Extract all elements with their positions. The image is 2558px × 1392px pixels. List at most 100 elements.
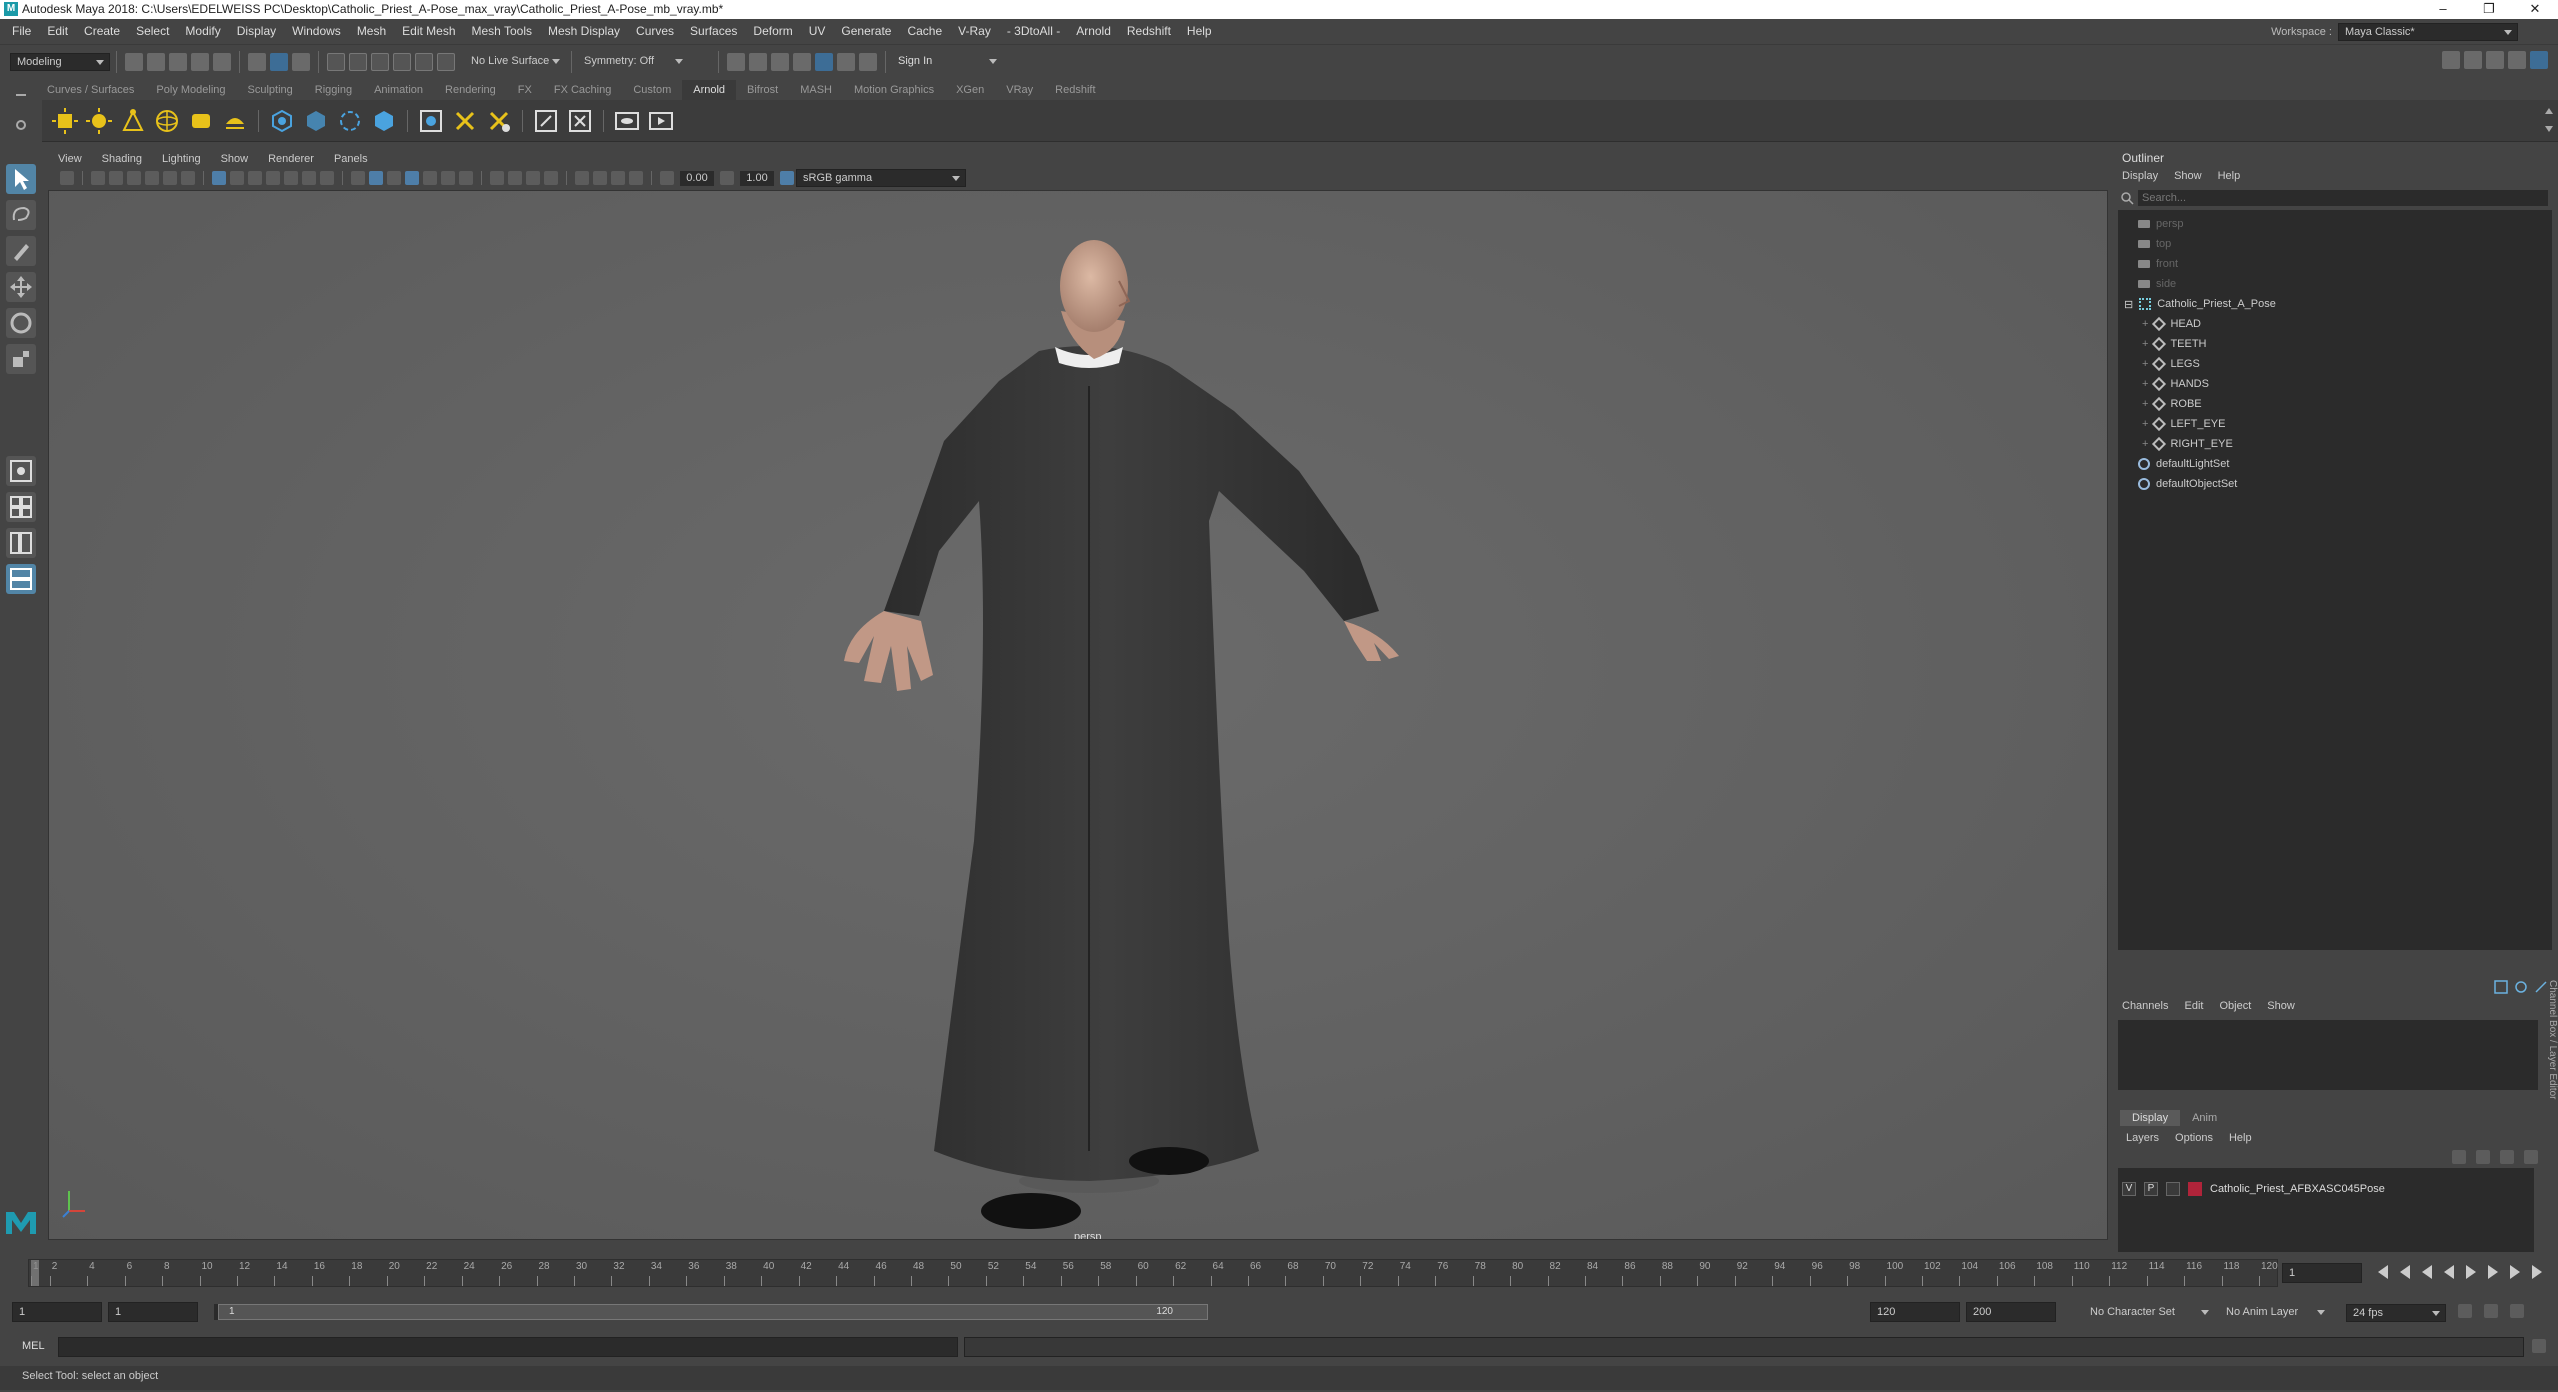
menu-item[interactable]: Edit Mesh [394,19,463,43]
gate-mask-icon[interactable] [266,171,280,185]
outliner-item[interactable]: + TEETH [2142,334,2207,354]
render-settings-icon[interactable] [771,52,789,71]
outliner-item[interactable]: ⊟ Catholic_Priest_A_Pose [2124,294,2276,314]
screen-space-ao-icon[interactable] [490,171,504,185]
menu-item[interactable]: Generate [833,19,899,43]
area-light-icon[interactable] [52,107,78,134]
anim-prefs-icon[interactable] [2510,1304,2524,1318]
undo-icon[interactable] [191,52,209,71]
move-tool[interactable] [6,272,36,302]
spot-light-icon[interactable] [120,108,146,134]
menu-item[interactable]: Mesh [349,19,394,43]
safe-title-icon[interactable] [320,171,334,185]
channel-menu-item[interactable]: Channels [2122,1000,2168,1012]
volume-icon[interactable] [303,108,329,134]
exposure-field[interactable]: 0.00 [680,170,714,186]
resolution-gate-icon[interactable] [248,171,262,185]
menu-item[interactable]: Help [1179,19,1220,43]
shadows-icon[interactable] [459,171,473,185]
menu-item[interactable]: Select [128,19,177,43]
attribute-icon[interactable] [2514,980,2528,994]
viewport-menu-item[interactable]: Show [211,150,259,168]
xray-icon[interactable] [593,171,607,185]
menu-item[interactable]: File [4,19,39,43]
shelf-tab[interactable]: MASH [789,80,843,100]
menu-item[interactable]: UV [801,19,834,43]
expand-toggle-icon[interactable]: ⊟ [2124,298,2133,311]
snap-point-icon[interactable] [371,52,389,71]
shelf-tab[interactable]: Redshift [1044,80,1106,100]
time-ruler[interactable]: 1246810121416182022242628303234363840424… [28,1259,2278,1287]
live-surface-dropdown[interactable]: No Live Surface [465,52,565,71]
shelf-tab[interactable]: Sculpting [237,80,304,100]
render-sequence-icon[interactable] [648,108,674,134]
viewport-menu-item[interactable]: Panels [324,150,378,168]
shelf-menu-icon[interactable] [0,80,42,144]
shelf-tab[interactable]: VRay [995,80,1044,100]
pause-ipr-icon[interactable] [859,52,877,71]
shelf-tab[interactable]: FX Caching [543,80,622,100]
flush-cache-icon[interactable] [486,108,512,134]
step-forward-frame-icon[interactable] [2488,1265,2498,1279]
shelf-tab[interactable]: Curves / Surfaces [36,80,145,100]
outliner-search-input[interactable]: Search... [2138,190,2548,206]
outliner-item[interactable]: + ROBE [2142,394,2202,414]
layer-menu-item[interactable]: Options [2175,1132,2213,1144]
shelf-tab[interactable]: Rendering [434,80,507,100]
select-camera-icon[interactable] [91,171,105,185]
shelf-tab[interactable]: Motion Graphics [843,80,945,100]
playback-end-field[interactable]: 120 [1870,1302,1960,1322]
shelf-tab[interactable]: Custom [622,80,682,100]
grid-toggle-icon[interactable] [212,171,226,185]
layer-tab[interactable]: Display [2120,1110,2181,1126]
layer-editor-toggle-icon[interactable] [2530,51,2548,69]
select-tool[interactable] [6,164,36,194]
menu-item[interactable]: Windows [284,19,349,43]
wireframe-icon[interactable] [351,171,365,185]
field-chart-icon[interactable] [284,171,298,185]
multisample-aa-icon[interactable] [526,171,540,185]
exposure-icon[interactable] [660,171,674,185]
symmetry-dropdown[interactable]: Symmetry: Off [578,52,688,71]
render-view-shelf-icon[interactable] [418,108,444,134]
arnold-render-icon[interactable] [815,52,833,71]
menu-item[interactable]: Cache [899,19,950,43]
point-light-icon[interactable] [86,107,112,134]
mode-dropdown[interactable]: Modeling [10,52,110,71]
channel-menu-item[interactable]: Show [2267,1000,2295,1012]
redo-icon[interactable] [213,52,231,71]
viewport-menu-item[interactable]: View [48,150,92,168]
viewport-menu-item[interactable]: Lighting [152,150,211,168]
persp-outliner-view-icon[interactable] [6,528,36,558]
gamma-field[interactable]: 1.00 [740,170,774,186]
persp-graph-view-icon[interactable] [6,564,36,594]
channel-box-toggle-icon[interactable] [2508,51,2526,69]
loop-icon[interactable] [2458,1304,2472,1318]
menu-item[interactable]: V-Ray [950,19,999,43]
outliner-item[interactable]: defaultLightSet [2138,454,2229,474]
film-gate-icon[interactable] [230,171,244,185]
viewport-menu-item[interactable]: Shading [92,150,152,168]
new-empty-layer-icon[interactable] [2500,1150,2514,1164]
outliner-menu-item[interactable]: Show [2174,170,2202,182]
modeling-toolkit-icon[interactable] [2442,51,2460,69]
scene-end-field[interactable]: 200 [1966,1302,2056,1322]
xray-active-components-icon[interactable] [611,171,625,185]
outliner-item[interactable]: + LEFT_EYE [2142,414,2225,434]
outliner-menu-item[interactable]: Display [2122,170,2158,182]
maximize-button[interactable]: ❐ [2466,0,2512,19]
snap-surface-icon[interactable] [415,52,433,71]
workspace-dropdown[interactable]: Maya Classic* [2338,23,2518,41]
step-forward-key-icon[interactable] [2510,1265,2520,1279]
motion-blur-icon[interactable] [508,171,522,185]
character-set-dropdown[interactable]: No Character Set [2084,1304,2214,1322]
shelf-tab[interactable]: Rigging [304,80,363,100]
range-handle[interactable]: 1 120 [218,1304,1208,1320]
attribute-editor-icon[interactable] [2464,51,2482,69]
menu-item[interactable]: Modify [177,19,228,43]
curve-collector-icon[interactable] [337,108,363,134]
skydome-light-icon[interactable] [154,108,180,134]
shelf-tab[interactable]: FX [507,80,543,100]
color-space-dropdown[interactable]: sRGB gamma [796,169,966,187]
shelf-tab[interactable]: XGen [945,80,995,100]
